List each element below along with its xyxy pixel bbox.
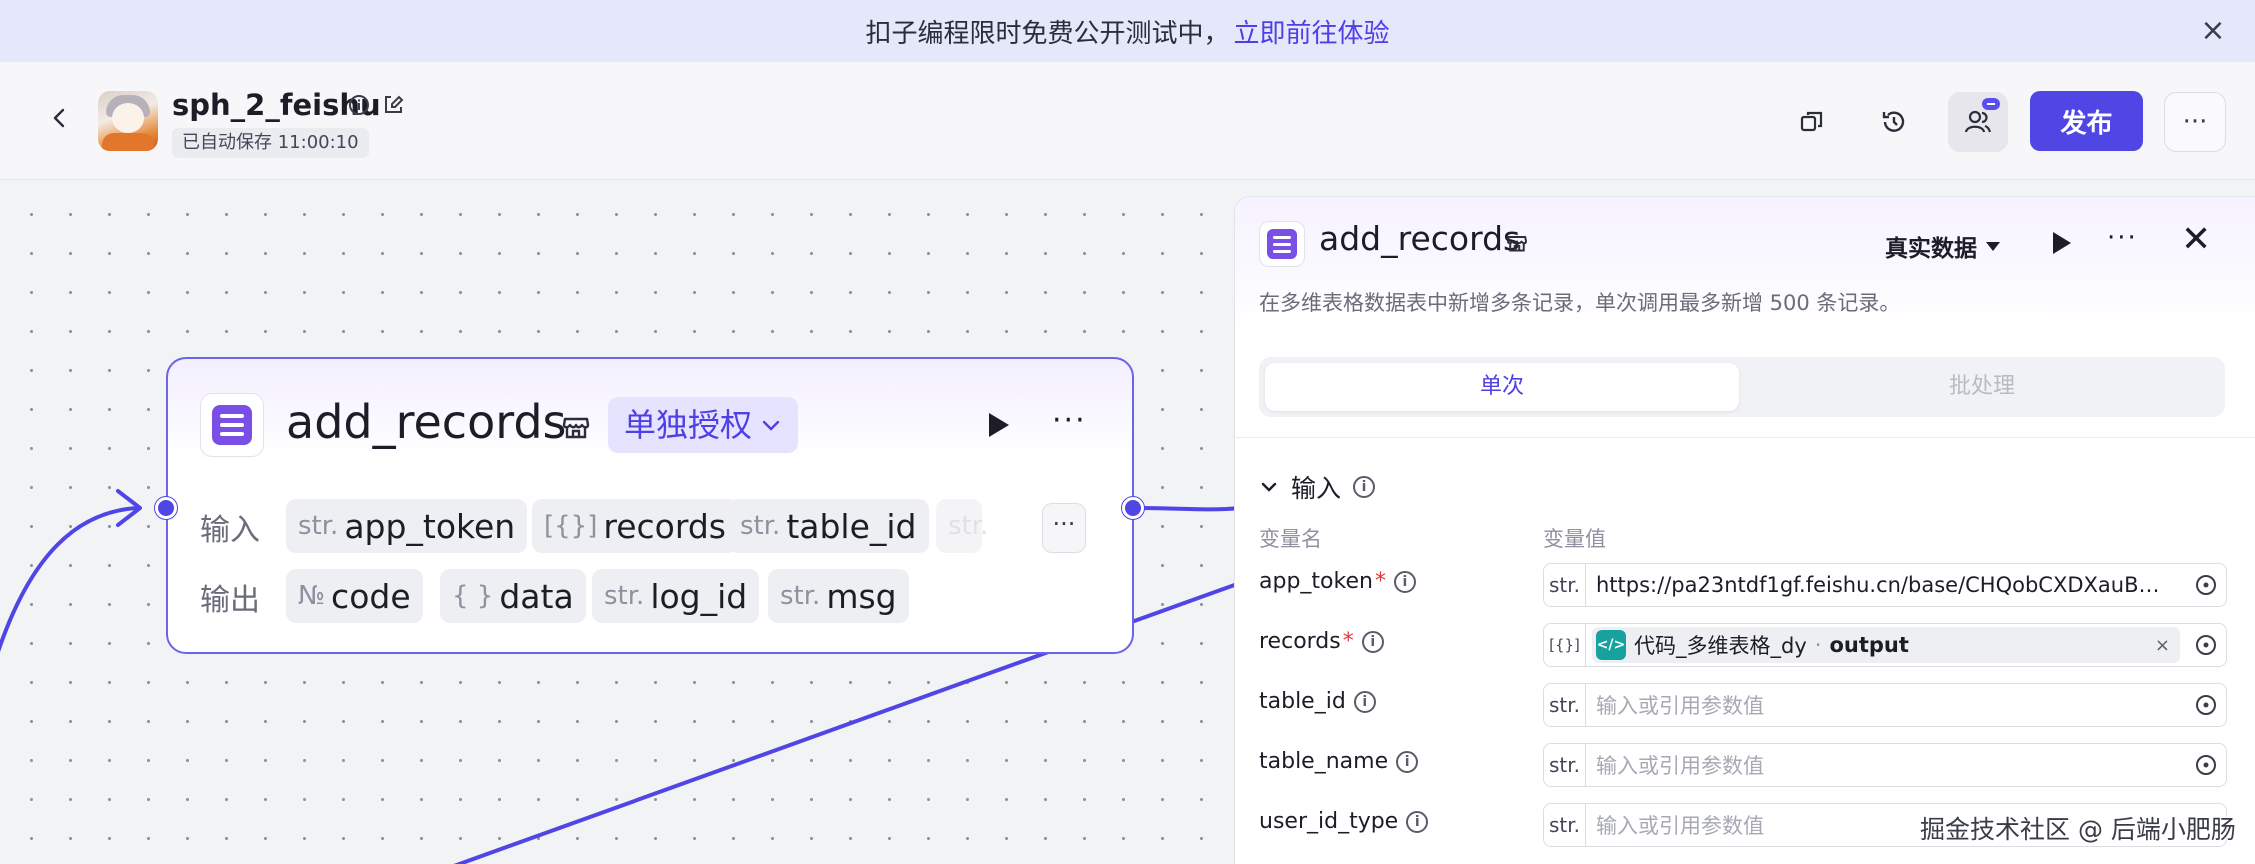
node-more-icon[interactable]: ··· — [1052, 403, 1087, 438]
input-param-chip-faded: str. — [936, 499, 988, 553]
field-label-table-name: table_name i — [1259, 749, 1419, 774]
chevron-down-icon — [762, 420, 780, 431]
data-mode-label: 真实数据 — [1885, 236, 1977, 262]
panel-close-icon[interactable]: ✕ — [2181, 219, 2211, 260]
output-param-chip: { } data — [440, 569, 586, 623]
plugin-store-icon — [562, 417, 590, 439]
type-select[interactable]: str. — [1544, 564, 1586, 606]
reference-picker-icon[interactable] — [2186, 624, 2226, 666]
watermark: 掘金技术社区 @ 后端小肥肠 — [1920, 815, 2236, 844]
info-icon[interactable]: i — [1393, 570, 1416, 593]
ref-separator: · — [1814, 633, 1822, 657]
panel-more-icon[interactable]: ··· — [2107, 223, 2138, 253]
bitable-icon — [1259, 221, 1305, 267]
field-label-app-token: app_token * i — [1259, 569, 1416, 594]
publish-button[interactable]: 发布 — [2030, 91, 2143, 151]
panel-title: add_records — [1319, 219, 1521, 258]
info-icon[interactable]: i — [1396, 750, 1419, 773]
bitable-icon — [200, 393, 264, 457]
field-input-records[interactable]: [{}] </> 代码_多维表格_dy · output × — [1543, 623, 2227, 667]
field-input-table-id[interactable]: str. 输入或引用参数值 — [1543, 683, 2227, 727]
code-node-icon: </> — [1596, 630, 1626, 660]
history-button[interactable] — [1864, 92, 1924, 152]
input-row-label: 输入 — [200, 513, 260, 548]
auth-label: 单独授权 — [624, 406, 753, 444]
field-label-user-id-type: user_id_type i — [1259, 809, 1429, 834]
run-icon[interactable] — [2047, 229, 2075, 257]
outgoing-edge — [1135, 506, 1241, 512]
copy-icon — [1800, 111, 1823, 132]
node-title: add_records — [286, 395, 567, 449]
output-param-chip: № code — [286, 569, 423, 623]
input-section-header[interactable]: 输入 i — [1259, 469, 1376, 505]
info-icon[interactable]: i — [1406, 810, 1429, 833]
input-port[interactable] — [155, 497, 177, 519]
more-options-button[interactable]: ··· — [2164, 92, 2226, 152]
users-icon — [1964, 110, 1992, 133]
notification-badge — [1982, 98, 2000, 110]
reference-picker-icon[interactable] — [2186, 564, 2226, 606]
field-label-records: records * i — [1259, 629, 1384, 654]
column-header-value: 变量值 — [1543, 527, 1606, 551]
type-select[interactable]: [{}] — [1544, 624, 1586, 666]
chevron-down-icon — [1261, 482, 1277, 492]
info-icon[interactable]: i — [1353, 476, 1376, 498]
banner-text: 扣子编程限时免费公开测试中， — [865, 18, 1230, 49]
field-input-app-token[interactable]: str. https://pa23ntdf1gf.feishu.cn/base/… — [1543, 563, 2227, 607]
reference-tag[interactable]: </> 代码_多维表格_dy · output × — [1592, 627, 2180, 663]
input-param-chip: str. app_token — [286, 499, 528, 553]
field-input-table-name[interactable]: str. 输入或引用参数值 — [1543, 743, 2227, 787]
output-param-chip: str. log_id — [592, 569, 760, 623]
ref-source: 代码_多维表格_dy — [1634, 634, 1807, 658]
output-param-chip: str. msg — [768, 569, 909, 623]
tab-single[interactable]: 单次 — [1265, 363, 1739, 411]
copy-button[interactable] — [1782, 92, 1842, 152]
reference-picker-icon[interactable] — [2186, 684, 2226, 726]
type-select[interactable]: str. — [1544, 804, 1586, 846]
banner-link[interactable]: 立即前往体验 — [1234, 13, 1390, 50]
incoming-edge — [0, 506, 139, 653]
node-card-add-records[interactable]: add_records 单独授权 ··· 输入 str. app_token [{… — [166, 357, 1134, 654]
column-header-name: 变量名 — [1259, 527, 1322, 551]
panel-description: 在多维表格数据表中新增多条记录，单次调用最多新增 500 条记录。 — [1259, 291, 1901, 315]
reference-picker-icon[interactable] — [2186, 744, 2226, 786]
caret-down-icon — [1986, 242, 2000, 251]
run-icon[interactable] — [982, 409, 1014, 441]
auth-dropdown[interactable]: 单独授权 — [608, 397, 799, 453]
announcement-banner: 扣子编程限时免费公开测试中， 立即前往体验 × — [0, 0, 2255, 62]
field-value[interactable]: https://pa23ntdf1gf.feishu.cn/base/CHQob… — [1586, 573, 2186, 597]
remove-reference-icon[interactable]: × — [2155, 635, 2170, 656]
project-avatar — [98, 91, 158, 151]
plugin-store-icon — [1507, 236, 1527, 252]
type-select[interactable]: str. — [1544, 684, 1586, 726]
back-icon[interactable] — [40, 98, 80, 138]
run-mode-tabs: 单次 批处理 — [1259, 357, 2225, 417]
input-param-chip: [{}] records — [532, 499, 738, 553]
output-port[interactable] — [1122, 497, 1144, 519]
ref-field: output — [1829, 633, 1909, 657]
autosave-status: 已自动保存 11:00:10 — [172, 128, 369, 158]
field-placeholder[interactable]: 输入或引用参数值 — [1586, 750, 2186, 780]
collaborators-button[interactable] — [1948, 92, 2008, 152]
history-icon — [1882, 111, 1905, 132]
type-select[interactable]: str. — [1544, 744, 1586, 786]
data-mode-select[interactable]: 真实数据 — [1885, 229, 2001, 263]
node-config-panel: add_records 真实数据 ··· ✕ 在多维表格数据表中新增多条记录，单… — [1234, 196, 2255, 864]
input-param-chip: str. table_id — [728, 499, 929, 553]
tab-batch[interactable]: 批处理 — [1745, 363, 2219, 411]
info-icon[interactable] — [348, 94, 370, 116]
more-icon: ··· — [2182, 107, 2208, 137]
field-label-table-id: table_id i — [1259, 689, 1376, 714]
info-icon[interactable]: i — [1353, 690, 1376, 713]
banner-close-icon[interactable]: × — [2197, 15, 2229, 47]
params-overflow-button[interactable]: ··· — [1042, 503, 1086, 553]
workflow-header: sph_2_feishu 已自动保存 11:00:10 发布 ··· — [0, 62, 2255, 180]
section-title: 输入 — [1291, 474, 1342, 503]
edit-icon[interactable] — [382, 94, 404, 116]
field-placeholder[interactable]: 输入或引用参数值 — [1586, 690, 2186, 720]
output-row-label: 输出 — [200, 583, 260, 618]
info-icon[interactable]: i — [1361, 630, 1384, 653]
